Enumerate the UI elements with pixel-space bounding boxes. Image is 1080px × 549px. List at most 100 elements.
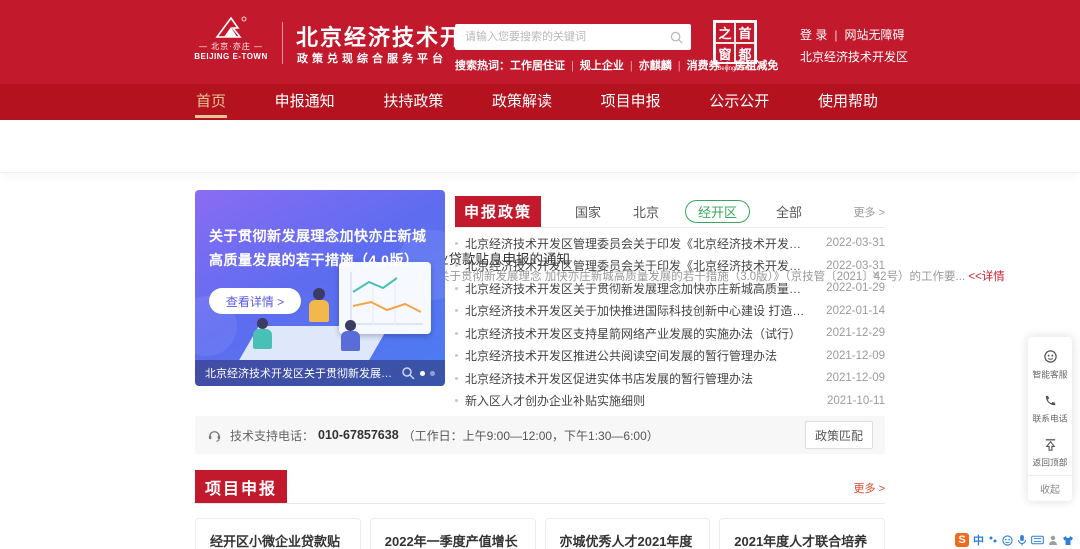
nav-item-interpretation[interactable]: 政策解读 — [486, 84, 558, 120]
support-bar: 技术支持电话： 010-67857638 （工作日：上午9:00—12:00，下午1… — [195, 416, 885, 454]
person-illustration — [253, 329, 272, 349]
smart-service-button[interactable]: 智能客服 — [1028, 343, 1072, 387]
project-card[interactable]: 2021年度人才联合培养基地资助经费 — [719, 518, 885, 549]
robot-service-icon — [1043, 350, 1057, 363]
nav-item-policies[interactable]: 扶持政策 — [377, 84, 449, 120]
ime-toolbar: S 中 — [952, 531, 1080, 549]
policy-date: 2021-12-09 — [826, 372, 885, 385]
policy-list-item[interactable]: 北京经济技术开发区管理委员会关于印发《北京经济技术开发区装配式建筑项目财政奖励资… — [455, 232, 885, 255]
banner-detail-button[interactable]: 查看详情 > — [209, 288, 301, 314]
person-illustration — [257, 318, 268, 329]
collapse-toolbar-button[interactable]: 收起 — [1028, 475, 1072, 501]
page: — 北京·亦庄 — BEIJING E-TOWN 北京经济技术开发区 政策兑现综… — [0, 0, 1080, 549]
policy-list-item[interactable]: 北京经济技术开发区促进实体书店发展的暂行管理办法 2021-12-09 — [455, 367, 885, 390]
accessibility-link[interactable]: 网站无障碍 — [844, 28, 904, 42]
carousel-dot-active[interactable] — [420, 370, 425, 376]
project-card[interactable]: 2022年一季度产值增长奖励 — [369, 518, 536, 549]
carousel-dot[interactable] — [430, 370, 435, 376]
policy-tabs: 国家 北京 经开区 全部 — [559, 196, 818, 227]
tab-national[interactable]: 国家 — [575, 202, 601, 221]
project-cards: 经开区小微企业贷款贴息 2022年一季度产值增长奖励 亦城优秀人才2021年度住… — [195, 518, 885, 549]
policy-more-link[interactable]: 更多 > — [854, 204, 885, 220]
bullet-dot — [455, 264, 458, 268]
top-links: 登 录 | 网站无障碍 — [800, 28, 905, 42]
hotwords-label: 搜索热词： — [455, 60, 510, 72]
region-label[interactable]: 北京经济技术开发区 — [800, 48, 908, 65]
person-illustration — [309, 300, 329, 322]
bullet-dot — [455, 309, 458, 313]
tab-etown-active[interactable]: 经开区 — [685, 200, 751, 223]
projects-badge: 项目申报 — [195, 470, 287, 503]
bullet-dot — [455, 376, 458, 380]
hotword-link[interactable]: 亦麒麟 — [639, 60, 672, 72]
ime-punctuation-icon[interactable] — [988, 535, 998, 545]
policy-panel-header: 申报政策 国家 北京 经开区 全部 更多 > — [455, 196, 885, 228]
site-logo[interactable]: — 北京·亦庄 — BEIJING E-TOWN — [188, 16, 274, 61]
nav-item-help[interactable]: 使用帮助 — [812, 84, 884, 120]
site-header: — 北京·亦庄 — BEIJING E-TOWN 北京经济技术开发区 政策兑现综… — [0, 0, 1080, 84]
policy-date: 2021-12-09 — [826, 349, 885, 362]
ime-skin-icon[interactable] — [1062, 535, 1074, 546]
hotword-link[interactable]: 工作居住证 — [510, 60, 565, 72]
ime-account-icon[interactable] — [1048, 535, 1058, 546]
person-illustration — [341, 331, 360, 351]
bullet-dot — [455, 241, 458, 245]
main-nav: 首页 申报通知 扶持政策 政策解读 项目申报 公示公开 使用帮助 — [0, 84, 1080, 120]
search-icon[interactable] — [670, 31, 683, 44]
support-hours: （工作日：上午9:00—12:00，下午1:30—6:00） — [402, 428, 659, 443]
contact-phone-button[interactable]: 联系电话 — [1028, 387, 1072, 431]
banner-caption-bar: 北京经济技术开发区关于贯彻新发展理念... — [195, 360, 445, 386]
policy-date: 2022-03-31 — [826, 237, 885, 250]
tab-all[interactable]: 全部 — [776, 202, 802, 221]
person-illustration — [345, 320, 356, 331]
banner-title-line1: 关于贯彻新发展理念加快亦庄新城 — [209, 228, 427, 244]
projects-header: 项目申报 更多 > — [195, 470, 885, 504]
policy-date: 2021-10-11 — [827, 394, 885, 407]
tab-beijing[interactable]: 北京 — [633, 202, 659, 221]
back-to-top-button[interactable]: 返回顶部 — [1028, 431, 1072, 475]
projects-more-link[interactable]: 更多 > — [854, 480, 885, 496]
ime-microphone-icon[interactable] — [1017, 534, 1027, 546]
nav-item-projects[interactable]: 项目申报 — [595, 84, 667, 120]
bullet-dot — [455, 331, 458, 335]
ime-language-toggle[interactable]: 中 — [973, 532, 984, 548]
policy-date: 2021-12-29 — [826, 327, 885, 340]
policy-panel-badge: 申报政策 — [455, 196, 541, 227]
policy-date: 2022-03-31 — [826, 259, 885, 272]
banner-title-line2: 高质量发展的若干措施（4.0版） — [209, 252, 419, 268]
seal-caption: Beijing China — [717, 66, 753, 72]
hot-notice-bar: 热门 申报 关于开展经开区小微企业贷款贴息申报的通知 各相关企业：为贯彻落实《关… — [0, 120, 1080, 283]
policy-match-button[interactable]: 政策匹配 — [805, 421, 873, 449]
ime-keyboard-icon[interactable] — [1031, 535, 1044, 545]
banner-carousel[interactable]: 关于贯彻新发展理念加快亦庄新城 高质量发展的若干措施（4.0版） 查看详情 > … — [195, 190, 445, 386]
policy-list-item[interactable]: 新入区人才创办企业补贴实施细则 2021-10-11 — [455, 390, 885, 413]
policy-list-item[interactable]: 北京经济技术开发区管理委员会关于印发《北京经济技术开发区关于发展装配式建筑的实施… — [455, 255, 885, 278]
phone-icon — [1045, 395, 1055, 406]
project-card[interactable]: 经开区小微企业贷款贴息 — [195, 518, 361, 549]
search-input[interactable] — [463, 30, 670, 44]
sogou-logo-icon[interactable]: S — [955, 533, 969, 547]
project-card[interactable]: 亦城优秀人才2021年度住房补贴 — [544, 518, 711, 549]
logo-en-text: BEIJING E-TOWN — [194, 52, 268, 61]
banner-caption[interactable]: 北京经济技术开发区关于贯彻新发展理念... — [205, 365, 401, 381]
bullet-dot — [455, 399, 458, 403]
policy-list-item[interactable]: 北京经济技术开发区推进公共阅读空间发展的暂行管理办法 2021-12-09 — [455, 345, 885, 368]
login-link[interactable]: 登 录 — [800, 28, 827, 42]
person-illustration — [313, 288, 325, 300]
policy-list-item[interactable]: 北京经济技术开发区关于加快推进国际科技创新中心建设 打造高精尖产业主阵地的若干意… — [455, 300, 885, 323]
notice-detail-link[interactable]: <<详情 — [968, 271, 1004, 283]
logo-cn-text: — 北京·亦庄 — — [198, 42, 264, 51]
capital-window-seal[interactable]: 之 首 窗 都 — [713, 20, 757, 64]
nav-item-publicity[interactable]: 公示公开 — [703, 84, 775, 120]
policy-list: 北京经济技术开发区管理委员会关于印发《北京经济技术开发区装配式建筑项目财政奖励资… — [455, 232, 885, 412]
policy-list-item[interactable]: 北京经济技术开发区支持星箭网络产业发展的实施办法（试行） 2021-12-29 — [455, 322, 885, 345]
bullet-dot — [455, 354, 458, 358]
nav-item-notices[interactable]: 申报通知 — [269, 84, 341, 120]
ime-emoji-icon[interactable] — [1002, 534, 1013, 546]
support-phone: 010-67857638 — [318, 428, 399, 442]
support-label: 技术支持电话： — [230, 428, 315, 443]
hotword-link[interactable]: 规上企业 — [580, 60, 624, 72]
policy-list-item[interactable]: 北京经济技术开发区关于贯彻新发展理念加快亦庄新城高质量发展的若干措施（4.0版）… — [455, 277, 885, 300]
nav-item-home[interactable]: 首页 — [190, 84, 232, 120]
header-divider — [282, 22, 283, 64]
